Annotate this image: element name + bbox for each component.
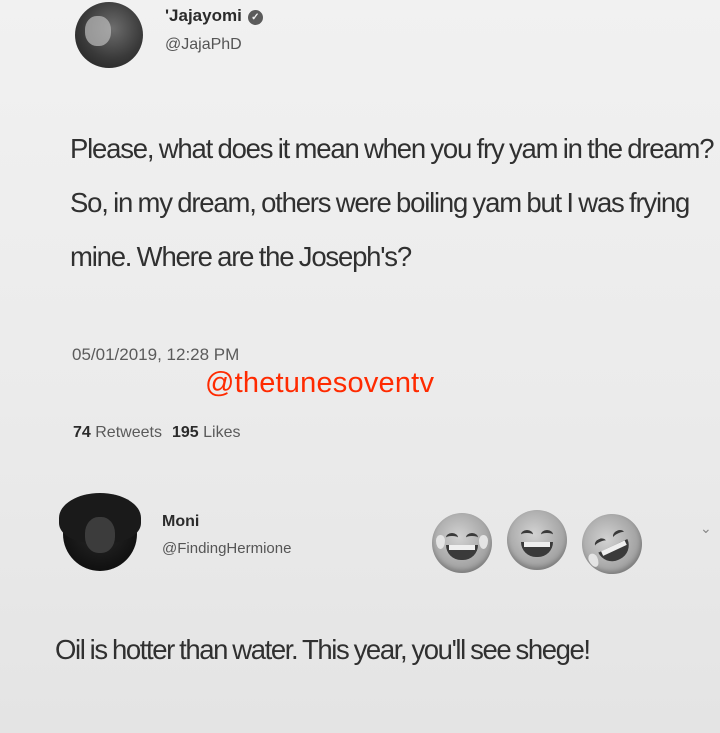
reply-text: Oil is hotter than water. This year, you… bbox=[55, 634, 591, 665]
retweets-link[interactable]: 74 Retweets bbox=[73, 424, 162, 441]
face-with-tears-of-joy-icon bbox=[432, 513, 492, 573]
tweet-stats: 74 Retweets 195 Likes bbox=[73, 424, 240, 442]
tweet-text: Please, what does it mean when you fry y… bbox=[70, 133, 714, 272]
verified-badge-icon: ✓ bbox=[247, 10, 263, 25]
avatar[interactable] bbox=[75, 2, 143, 68]
tweet-author-name[interactable]: 'Jajayomi bbox=[165, 6, 242, 25]
likes-count: 195 bbox=[171, 424, 199, 441]
tweet-author-handle[interactable]: @JajaPhD bbox=[165, 36, 242, 54]
likes-label: Likes bbox=[203, 424, 241, 441]
rolling-on-floor-laughing-icon bbox=[572, 504, 652, 584]
tweet-timestamp[interactable]: 05/01/2019, 12:28 PM bbox=[72, 345, 239, 365]
tweet-author[interactable]: 'Jajayomi ✓ bbox=[165, 6, 263, 26]
likes-link[interactable]: 195 Likes bbox=[172, 424, 241, 441]
chevron-down-icon[interactable]: ⌄ bbox=[700, 520, 712, 537]
grinning-face-icon bbox=[507, 510, 567, 570]
retweets-count: 74 bbox=[73, 424, 91, 441]
watermark: @thetunesoventv bbox=[205, 367, 435, 399]
reply-author-handle[interactable]: @FindingHermione bbox=[162, 540, 291, 557]
reply-avatar-face bbox=[85, 517, 115, 553]
reply-author-name[interactable]: Moni bbox=[162, 513, 199, 531]
retweets-label: Retweets bbox=[95, 424, 162, 441]
screenshot: 'Jajayomi ✓ @JajaPhD Please, what does it… bbox=[0, 0, 720, 733]
reply-avatar[interactable] bbox=[59, 493, 141, 571]
avatar-highlight bbox=[85, 16, 111, 46]
